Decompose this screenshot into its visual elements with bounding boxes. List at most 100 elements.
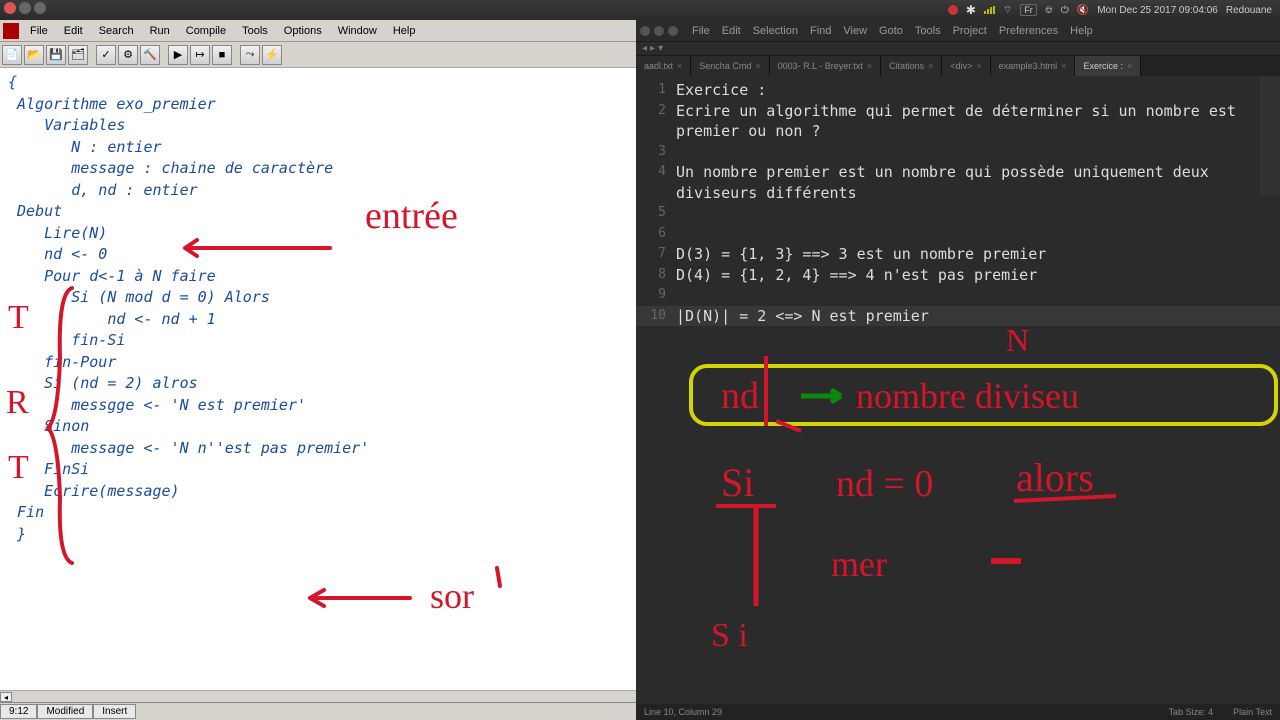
svg-text:alors: alors (1016, 455, 1094, 500)
menu-edit[interactable]: Edit (716, 22, 747, 40)
text-line: Un nombre premier est un nombre qui poss… (676, 162, 1280, 203)
menu-edit[interactable]: Edit (56, 22, 91, 40)
tool-open[interactable]: 📂 (24, 45, 44, 65)
tab-size[interactable]: Tab Size: 4 (1169, 707, 1214, 717)
left-menubar[interactable]: File Edit Search Run Compile Tools Optio… (0, 20, 636, 42)
tool-saveall[interactable]: 🗂 (68, 45, 88, 65)
menu-goto[interactable]: Goto (873, 22, 909, 40)
text-line: D(4) = {1, 2, 4} ==> 4 n'est pas premier (676, 265, 1280, 286)
menu-search[interactable]: Search (91, 22, 142, 40)
menu-run[interactable]: Run (142, 22, 178, 40)
menu-tools[interactable]: Tools (234, 22, 276, 40)
tool-new[interactable]: 📄 (2, 45, 22, 65)
window-buttons[interactable] (4, 2, 46, 14)
menu-preferences[interactable]: Preferences (993, 22, 1064, 40)
text-line (676, 224, 1280, 245)
text-line (676, 142, 1280, 163)
wifi-icon: ⌔ (1003, 4, 1012, 17)
tab-item[interactable]: <div>× (942, 56, 990, 76)
menu-help[interactable]: Help (385, 22, 424, 40)
user-name[interactable]: Redouane (1226, 5, 1272, 16)
menu-view[interactable]: View (837, 22, 873, 40)
svg-text:nd = 0: nd = 0 (836, 463, 933, 505)
scroll-left-icon[interactable]: ◂ (0, 692, 12, 702)
tool-run[interactable]: ▶ (168, 45, 188, 65)
tab-down-icon[interactable]: ▾ (658, 43, 663, 54)
modified-status: Modified (37, 704, 93, 719)
code-line: nd <- 0 (8, 244, 628, 266)
code-line: message <- 'N n''est pas premier' (8, 438, 628, 460)
tab-item-active[interactable]: Exercice :× (1075, 56, 1141, 76)
close-icon[interactable]: × (755, 61, 760, 71)
tab-item[interactable]: 0003- R.L - Breyer.txt× (770, 56, 881, 76)
right-editor[interactable]: 1Exercice : 2Ecrire un algorithme qui pe… (636, 76, 1280, 704)
tab-item[interactable]: example3.html× (991, 56, 1076, 76)
system-bar: ✱ ⌔ Fr ⎊ ⏻ 🔇 Mon Dec 25 2017 09:04:06 Re… (0, 0, 1280, 20)
code-line: Algorithme exo_premier (8, 94, 628, 116)
menu-compile[interactable]: Compile (178, 22, 234, 40)
close-icon[interactable]: × (677, 61, 682, 71)
volume-icon: 🔇 (1077, 5, 1089, 16)
code-line: Si (N mod d = 0) Alors (8, 287, 628, 309)
close-icon[interactable]: × (867, 61, 872, 71)
tool-trace[interactable]: ⤳ (240, 45, 260, 65)
right-statusbar: Line 10, Column 29 Tab Size: 4 Plain Tex… (636, 704, 1280, 720)
tab-bar[interactable]: aadl.txt× Sencha Cmd× 0003- R.L - Breyer… (636, 56, 1280, 76)
bluetooth-icon: ⎊ (1045, 5, 1053, 16)
code-line: } (8, 524, 628, 546)
tab-item[interactable]: aadl.txt× (636, 56, 691, 76)
tool-step[interactable]: ↦ (190, 45, 210, 65)
right-window-buttons[interactable] (640, 26, 678, 36)
line-number: 8 (636, 265, 676, 286)
left-editor[interactable]: { Algorithme exo_premier Variables N : e… (0, 68, 636, 690)
tool-compile[interactable]: ⚙ (118, 45, 138, 65)
code-line: FinSi (8, 459, 628, 481)
right-app: File Edit Selection Find View Goto Tools… (636, 20, 1280, 720)
close-icon[interactable]: × (1127, 61, 1132, 71)
code-line: nd <- nd + 1 (8, 309, 628, 331)
menu-find[interactable]: Find (804, 22, 837, 40)
keyboard-layout[interactable]: Fr (1020, 4, 1037, 16)
menu-options[interactable]: Options (276, 22, 330, 40)
svg-text:mer: mer (831, 544, 887, 584)
menu-tools[interactable]: Tools (909, 22, 947, 40)
syntax-mode[interactable]: Plain Text (1233, 707, 1272, 717)
svg-text:N: N (1006, 322, 1029, 358)
close-icon[interactable]: × (928, 61, 933, 71)
tool-stop[interactable]: ■ (212, 45, 232, 65)
code-line: Variables (8, 115, 628, 137)
tool-debug[interactable]: ⚡ (262, 45, 282, 65)
tool-check[interactable]: ✓ (96, 45, 116, 65)
code-line: Ecrire(message) (8, 481, 628, 503)
close-icon[interactable]: × (976, 61, 981, 71)
right-menubar[interactable]: File Edit Selection Find View Goto Tools… (636, 20, 1280, 42)
menu-selection[interactable]: Selection (747, 22, 804, 40)
code-line: d, nd : entier (8, 180, 628, 202)
tool-save[interactable]: 💾 (46, 45, 66, 65)
battery-icon: ⏻ (1061, 5, 1069, 16)
tab-next-icon[interactable]: ▸ (650, 43, 655, 54)
code-line: message : chaine de caractère (8, 158, 628, 180)
menu-window[interactable]: Window (330, 22, 385, 40)
tab-item[interactable]: Citations× (881, 56, 942, 76)
menu-project[interactable]: Project (947, 22, 993, 40)
tab-prev-icon[interactable]: ◂ (642, 43, 647, 54)
tab-nav[interactable]: ◂▸▾ (636, 42, 1280, 56)
menu-help[interactable]: Help (1064, 22, 1099, 40)
tab-item[interactable]: Sencha Cmd× (691, 56, 769, 76)
menu-file[interactable]: File (22, 22, 56, 40)
cursor-info: Line 10, Column 29 (644, 707, 722, 717)
code-line: messgge <- 'N est premier' (8, 395, 628, 417)
line-number: 2 (636, 101, 676, 142)
close-icon[interactable]: × (1061, 61, 1066, 71)
svg-text:sor: sor (430, 576, 474, 616)
line-number: 4 (636, 162, 676, 203)
code-line: Fin (8, 502, 628, 524)
tool-build[interactable]: 🔨 (140, 45, 160, 65)
line-number: 10 (636, 306, 676, 327)
text-line: Exercice : (676, 80, 1280, 101)
line-number: 5 (636, 203, 676, 224)
code-line: Si (nd = 2) alros (8, 373, 628, 395)
minimap[interactable] (1260, 76, 1280, 196)
menu-file[interactable]: File (686, 22, 716, 40)
